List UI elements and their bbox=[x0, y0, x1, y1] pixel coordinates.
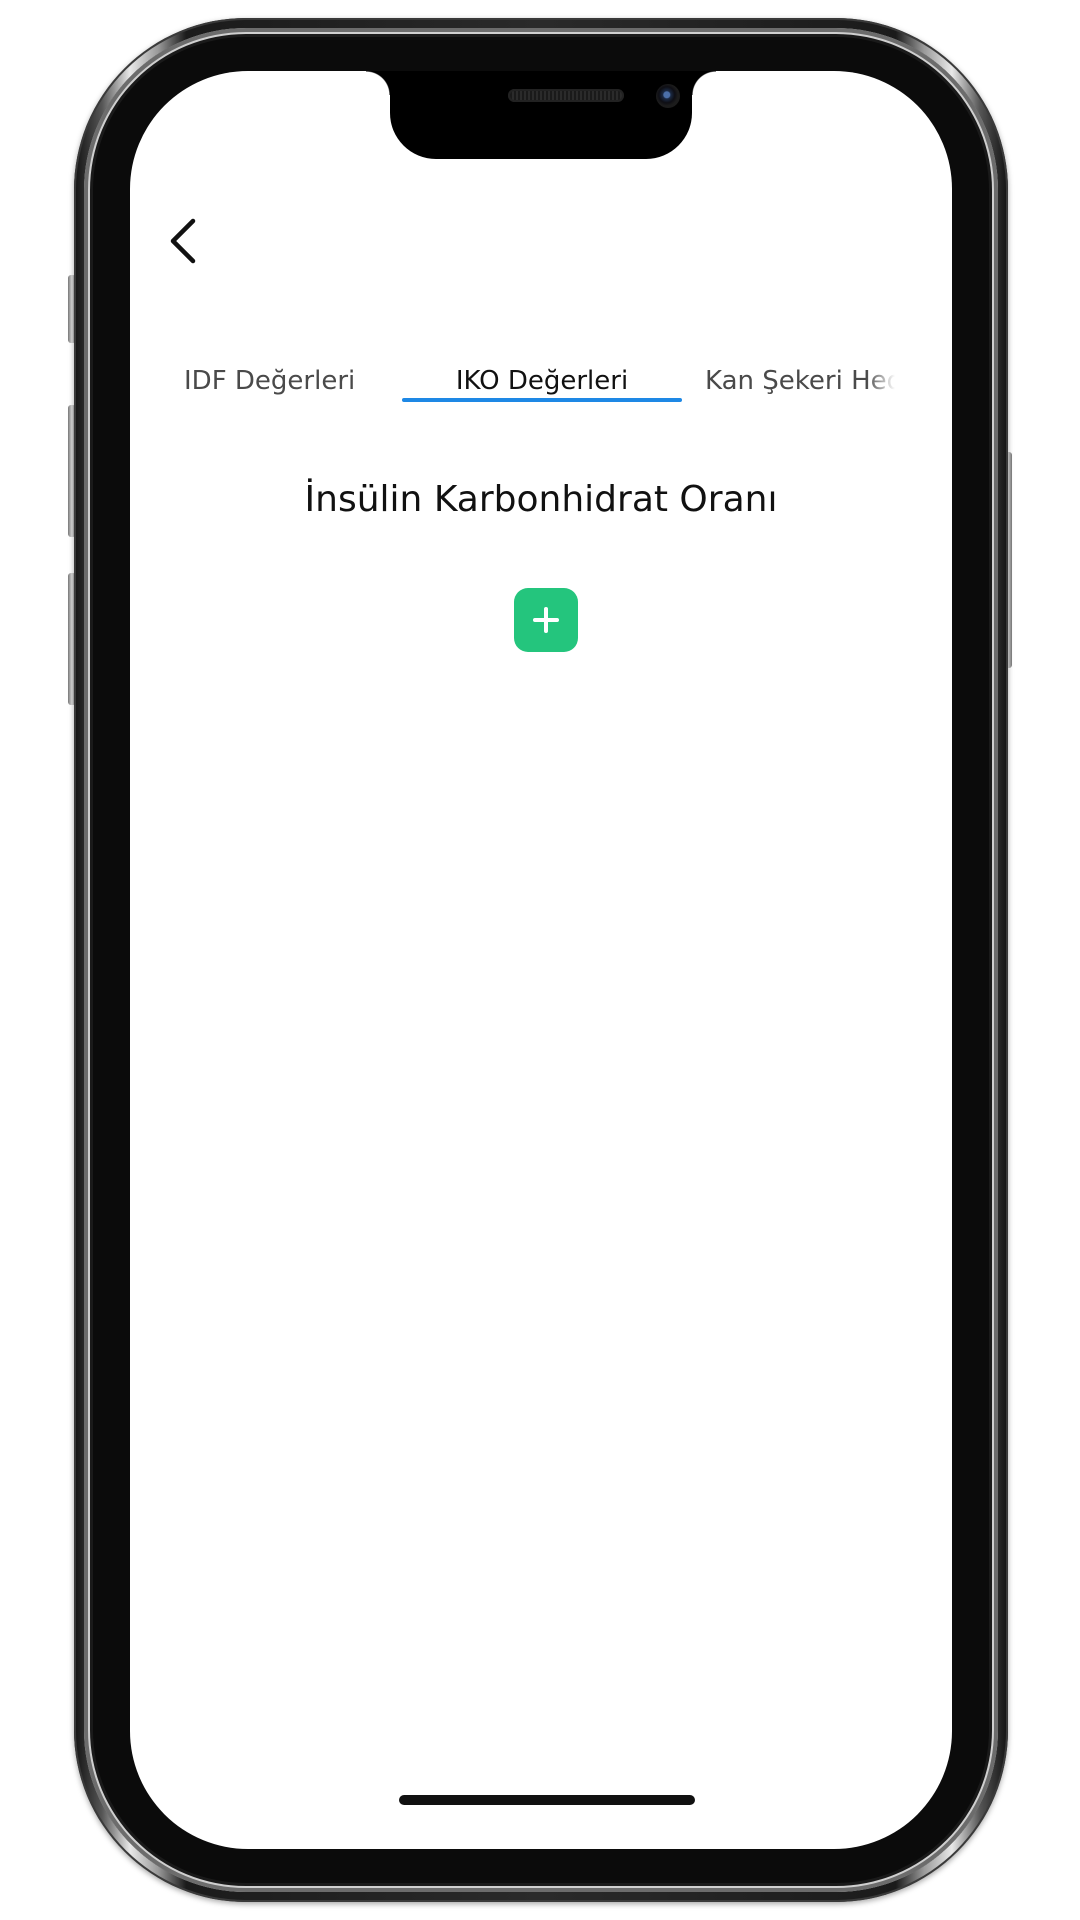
home-indicator[interactable] bbox=[399, 1795, 695, 1805]
page-title: İnsülin Karbonhidrat Oranı bbox=[304, 479, 778, 520]
add-button[interactable] bbox=[514, 588, 578, 652]
back-button[interactable] bbox=[154, 211, 214, 271]
app-screen: IDF Değerleri IKO Değerleri Kan Şekeri H… bbox=[130, 71, 952, 1849]
tab-label: Kan Şekeri Hedef bbox=[705, 366, 895, 396]
chevron-left-icon bbox=[170, 218, 196, 264]
front-camera bbox=[656, 84, 680, 108]
active-tab-indicator bbox=[402, 398, 682, 402]
tab-idf-degerleri[interactable]: IDF Değerleri bbox=[184, 361, 384, 451]
speaker-grille bbox=[508, 89, 624, 102]
phone-frame: IDF Değerleri IKO Değerleri Kan Şekeri H… bbox=[74, 18, 1008, 1902]
tab-kan-sekeri-hedef[interactable]: Kan Şekeri Hedef bbox=[705, 361, 895, 451]
tab-label: IKO Değerleri bbox=[455, 366, 629, 396]
tab-bar: IDF Değerleri IKO Değerleri Kan Şekeri H… bbox=[130, 361, 952, 451]
notch bbox=[366, 71, 716, 159]
device-mockup: IDF Değerleri IKO Değerleri Kan Şekeri H… bbox=[0, 0, 1080, 1920]
plus-icon bbox=[533, 607, 559, 633]
tab-iko-degerleri[interactable]: IKO Değerleri bbox=[402, 361, 682, 451]
tab-label: IDF Değerleri bbox=[184, 366, 356, 396]
